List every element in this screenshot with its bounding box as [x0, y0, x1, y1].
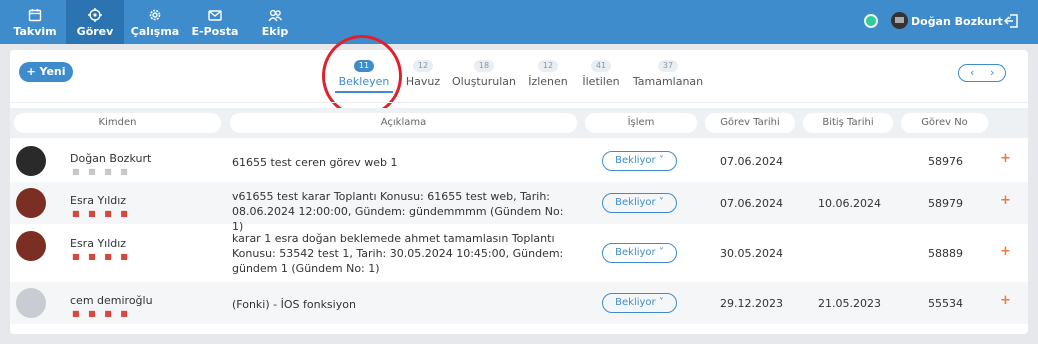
task-date: 07.06.2024 [720, 155, 783, 168]
users-icon [268, 9, 283, 22]
task-date: 07.06.2024 [720, 197, 783, 210]
end-date: 10.06.2024 [818, 197, 881, 210]
tab-label: İzlenen [528, 75, 568, 88]
column-header-aciklama[interactable]: Açıklama [230, 113, 577, 133]
mail-icon [208, 10, 222, 21]
tab-count-badge: 12 [537, 60, 559, 72]
highlight-annotation-circle [322, 35, 402, 117]
task-number: 58889 [928, 247, 963, 260]
nav-item-ekip[interactable]: Ekip [246, 0, 304, 44]
priority-dots: ■ ■ ■ ■ [72, 209, 131, 218]
logout-icon[interactable] [1003, 12, 1021, 30]
gear-icon [149, 9, 161, 21]
nav-label: Görev [76, 25, 114, 38]
tab-label: Havuz [405, 75, 441, 88]
tab-izlenen[interactable]: 12 İzlenen [525, 58, 571, 88]
task-description[interactable]: karar 1 esra doğan beklemede ahmet tamam… [232, 231, 577, 276]
column-header-islem[interactable]: İşlem [585, 113, 697, 133]
nav-label: Takvim [13, 25, 57, 38]
column-header-bitis-tarihi[interactable]: Bitiş Tarihi [803, 113, 893, 133]
table-row[interactable]: Doğan Bozkurt ■ ■ ■ ■ 61655 test ceren g… [10, 140, 1028, 182]
avatar [16, 231, 46, 261]
column-header-gorev-tarihi[interactable]: Görev Tarihi [705, 113, 795, 133]
divider [10, 102, 1028, 103]
plus-icon[interactable]: + [1000, 193, 1011, 208]
user-menu[interactable]: Doğan Bozkurt ˅ [911, 15, 1012, 28]
tab-count-badge: 12 [412, 60, 434, 72]
user-avatar[interactable] [891, 12, 908, 29]
priority-dots: ■ ■ ■ ■ [72, 252, 131, 261]
tab-label: İletilen [582, 75, 620, 88]
status-dropdown[interactable]: Bekliyor ˅ [602, 193, 677, 213]
top-nav-bar: Takvim Görev Çalışma E-Posta Ekip Doğan … [0, 0, 1038, 44]
user-name: Doğan Bozkurt [911, 15, 1003, 28]
calendar-icon [28, 9, 42, 22]
task-tabs: 11 Bekleyen 12 Havuz 18 Oluşturulan 12 İ… [10, 35, 1028, 117]
task-description[interactable]: 61655 test ceren görev web 1 [232, 155, 577, 170]
plus-icon[interactable]: + [1000, 293, 1011, 308]
nav-label: E-Posta [191, 25, 239, 38]
task-description[interactable]: (Fonki) - İOS fonksiyon [232, 297, 577, 312]
task-number: 58976 [928, 155, 963, 168]
tab-olusturulan[interactable]: 18 Oluşturulan [450, 58, 518, 88]
sender-name: Esra Yıldız [70, 194, 127, 207]
table-header: Kimden Açıklama İşlem Görev Tarihi Bitiş… [10, 108, 1028, 138]
table-row[interactable]: cem demiroğlu ■ ■ ■ ■ (Fonki) - İOS fonk… [10, 282, 1028, 324]
column-header-kimden[interactable]: Kimden [14, 113, 221, 133]
task-date: 29.12.2023 [720, 297, 783, 310]
priority-dots: ■ ■ ■ ■ [72, 309, 131, 318]
tab-count-badge: 18 [473, 60, 495, 72]
nav-item-gorev[interactable]: Görev [66, 0, 124, 44]
tab-label: Tamamlanan [632, 75, 704, 88]
priority-dots: ■ ■ ■ ■ [72, 167, 131, 176]
table-row[interactable]: Esra Yıldız ■ ■ ■ ■ v61655 test karar To… [10, 182, 1028, 233]
pagination-control: ‹ › [958, 64, 1006, 82]
sender-name: Esra Yıldız [70, 237, 127, 250]
avatar [16, 146, 46, 176]
nav-label: Çalışma [130, 25, 180, 38]
task-date: 30.05.2024 [720, 247, 783, 260]
table-row[interactable]: Esra Yıldız ■ ■ ■ ■ karar 1 esra doğan b… [10, 224, 1028, 282]
nav-label: Ekip [261, 25, 289, 38]
tab-label: Oluşturulan [452, 75, 516, 88]
next-page-button[interactable]: › [990, 66, 994, 79]
sender-name: Doğan Bozkurt [70, 152, 152, 165]
plus-icon[interactable]: + [1000, 151, 1011, 166]
task-panel: + Yeni 11 Bekleyen 12 Havuz 18 Oluşturul… [10, 35, 1028, 334]
status-dropdown[interactable]: Bekliyor ˅ [602, 293, 677, 313]
avatar [16, 288, 46, 318]
tab-count-badge: 37 [657, 60, 679, 72]
tab-havuz[interactable]: 12 Havuz [403, 58, 443, 88]
nav-item-calisma[interactable]: Çalışma [126, 0, 184, 44]
tab-count-badge: 41 [590, 60, 612, 72]
tab-iletilen[interactable]: 41 İletilen [579, 58, 623, 88]
avatar [16, 188, 46, 218]
nav-item-takvim[interactable]: Takvim [6, 0, 64, 44]
sender-name: cem demiroğlu [70, 294, 153, 307]
end-date: 21.05.2023 [818, 297, 881, 310]
status-dropdown[interactable]: Bekliyor ˅ [602, 151, 677, 171]
nav-item-eposta[interactable]: E-Posta [186, 0, 244, 44]
prev-page-button[interactable]: ‹ [970, 66, 974, 79]
tab-tamamlanan[interactable]: 37 Tamamlanan [631, 58, 705, 88]
plus-icon[interactable]: + [1000, 244, 1011, 259]
column-header-gorev-no[interactable]: Görev No [901, 113, 988, 133]
task-number: 55534 [928, 297, 963, 310]
online-status-indicator [864, 14, 878, 28]
target-icon [88, 8, 102, 22]
task-number: 58979 [928, 197, 963, 210]
status-dropdown[interactable]: Bekliyor ˅ [602, 243, 677, 263]
